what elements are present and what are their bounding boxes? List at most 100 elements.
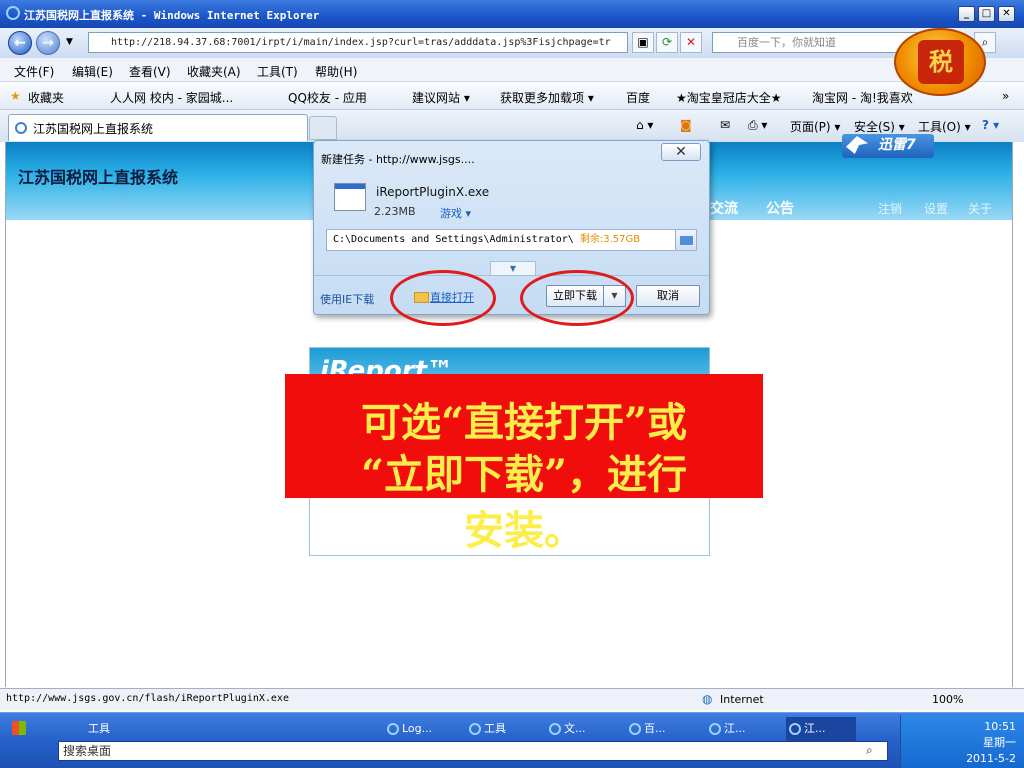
highlight-ring-direct-open xyxy=(390,270,496,326)
fav-item-qq[interactable]: QQ校友 - 应用 xyxy=(288,89,367,106)
ie-task-icon xyxy=(709,723,721,735)
menu-view[interactable]: 查看(V) xyxy=(129,63,171,80)
window-title: 江苏国税网上直报系统 - Windows Internet Explorer xyxy=(24,9,320,22)
security-zone: Internet xyxy=(720,693,764,706)
fav-item-addons[interactable]: 获取更多加载项 ▾ xyxy=(500,89,594,106)
status-bar: http://www.jsgs.gov.cn/flash/iReportPlug… xyxy=(0,688,1024,710)
category-dropdown[interactable]: 游戏 ▾ xyxy=(440,205,471,221)
taskbar-item-doc[interactable]: 文... xyxy=(546,717,616,743)
menu-edit[interactable]: 编辑(E) xyxy=(72,63,113,80)
free-space: 剩余:3.57GB xyxy=(579,234,641,245)
tools-menu[interactable]: 工具(O) ▾ xyxy=(918,118,971,135)
ie-task-icon xyxy=(387,723,399,735)
menu-file[interactable]: 文件(F) xyxy=(14,63,54,80)
taskbar: 工具 Log... 工具 文... 百... 江... 江... 搜索桌面 ⌕ … xyxy=(0,712,1024,768)
globe-icon: ◍ xyxy=(702,692,713,706)
favorites-button[interactable]: 收藏夹 xyxy=(28,89,64,106)
fav-item-taobao-crown[interactable]: ★淘宝皇冠店大全★ xyxy=(676,89,782,106)
favorites-bar: ★ 收藏夹 人人网 校内 - 家园城... QQ校友 - 应用 建议网站 ▾ 获… xyxy=(0,82,1024,110)
fav-item-renren[interactable]: 人人网 校内 - 家园城... xyxy=(110,89,233,106)
ie-task-icon xyxy=(629,723,641,735)
file-name: iReportPluginX.exe xyxy=(376,185,490,199)
ie-task-icon xyxy=(789,723,801,735)
stop-icon[interactable]: ✕ xyxy=(680,32,702,53)
doc-task-icon xyxy=(549,723,561,735)
back-button[interactable]: ← xyxy=(8,31,32,55)
thunder-badge[interactable]: 迅雷7 xyxy=(842,134,934,158)
desktop-search-icon[interactable]: ⌕ xyxy=(866,743,873,758)
dialog-title: 新建任务 - http://www.jsgs.... xyxy=(321,153,475,166)
ie-logo-icon xyxy=(6,6,20,20)
refresh-icon[interactable]: ⟳ xyxy=(656,32,678,53)
save-path-field[interactable]: C:\Documents and Settings\Administrator\… xyxy=(326,229,686,251)
help-icon[interactable]: ? ▾ xyxy=(982,118,999,132)
dialog-divider xyxy=(314,275,709,276)
rss-icon[interactable]: ◙ xyxy=(680,118,692,132)
cancel-button[interactable]: 取消 xyxy=(636,285,700,307)
nav-exchange[interactable]: 交流 xyxy=(710,198,738,218)
forward-button[interactable]: → xyxy=(36,31,60,55)
nav-notice[interactable]: 公告 xyxy=(766,198,794,218)
minimize-button[interactable]: _ xyxy=(958,6,975,22)
logout-link[interactable]: 注销 xyxy=(878,200,902,217)
ie-page-icon xyxy=(15,122,27,134)
tab-jsgs[interactable]: 江苏国税网上直报系统 xyxy=(8,114,308,141)
use-ie-download-link[interactable]: 使用IE下载 xyxy=(320,291,374,307)
zoom-level[interactable]: 100% xyxy=(932,693,963,706)
folder-task-icon xyxy=(469,723,481,735)
menu-bar: 文件(F) 编辑(E) 查看(V) 收藏夹(A) 工具(T) 帮助(H) xyxy=(0,58,1024,82)
menu-favorites[interactable]: 收藏夹(A) xyxy=(187,63,241,80)
highlight-ring-download-now xyxy=(520,270,634,326)
window-title-bar: 江苏国税网上直报系统 - Windows Internet Explorer _… xyxy=(0,0,1024,28)
address-toolbar: ← → ▼ http://218.94.37.68:7001/irpt/i/ma… xyxy=(0,28,1024,58)
history-dropdown-icon[interactable]: ▼ xyxy=(66,37,73,47)
fav-item-baidu[interactable]: 百度 xyxy=(626,89,650,106)
tab-label: 江苏国税网上直报系统 xyxy=(33,122,154,136)
url-field[interactable]: http://218.94.37.68:7001/irpt/i/main/ind… xyxy=(88,32,628,53)
file-size: 2.23MB xyxy=(374,205,416,218)
taskbar-tools-toolbar[interactable]: 工具 xyxy=(70,717,110,743)
fav-overflow-button[interactable]: » xyxy=(1002,89,1009,103)
page-menu[interactable]: 页面(P) ▾ xyxy=(790,118,840,135)
browse-folder-button[interactable] xyxy=(675,229,697,251)
menu-help[interactable]: 帮助(H) xyxy=(315,63,357,80)
taskbar-item-baidu[interactable]: 百... xyxy=(626,717,696,743)
about-link[interactable]: 关于 xyxy=(968,200,992,217)
status-url: http://www.jsgs.gov.cn/flash/iReportPlug… xyxy=(6,693,289,704)
clock[interactable]: 10:51 星期一 2011-5-2 xyxy=(966,719,1016,767)
compatibility-view-icon[interactable]: ▣ xyxy=(632,32,654,53)
system-tray: 10:51 星期一 2011-5-2 xyxy=(900,715,1024,768)
clock-date: 2011-5-2 xyxy=(966,752,1016,765)
print-icon[interactable]: ⎙ ▾ xyxy=(748,118,767,133)
tax-bureau-logo: 税 xyxy=(894,28,986,96)
save-path: C:\Documents and Settings\Administrator\ xyxy=(333,234,574,245)
desktop-search-input[interactable]: 搜索桌面 xyxy=(58,741,888,761)
instruction-callout: 可选“直接打开”或 “立即下载”，进行 安装。 xyxy=(285,374,763,554)
file-icon xyxy=(334,183,366,211)
taskbar-item-log[interactable]: Log... xyxy=(384,717,454,743)
tax-emblem-icon: 税 xyxy=(918,40,964,84)
taskbar-item-jiangsu-2[interactable]: 江... xyxy=(786,717,856,743)
download-dialog: 新建任务 - http://www.jsgs.... ✕ iReportPlug… xyxy=(313,140,710,315)
taskbar-item-tools[interactable]: 工具 xyxy=(466,717,536,743)
expand-options-button[interactable]: ▼ xyxy=(490,261,536,275)
close-window-button[interactable]: ✕ xyxy=(998,6,1015,22)
callout-line-2: “立即下载”，进行 xyxy=(360,451,687,498)
fav-item-suggested[interactable]: 建议网站 ▾ xyxy=(412,89,470,106)
mail-icon[interactable]: ✉ xyxy=(720,118,730,132)
fav-item-taobao[interactable]: 淘宝网 - 淘!我喜欢 xyxy=(812,89,913,106)
callout-line-1: 可选“直接打开”或 xyxy=(360,399,687,446)
menu-tools[interactable]: 工具(T) xyxy=(257,63,298,80)
maximize-button[interactable]: □ xyxy=(978,6,995,22)
taskbar-item-jiangsu-1[interactable]: 江... xyxy=(706,717,776,743)
new-tab-button[interactable] xyxy=(309,116,337,140)
clock-time: 10:51 xyxy=(984,720,1016,733)
star-icon: ★ xyxy=(10,89,21,103)
settings-link[interactable]: 设置 xyxy=(924,200,948,217)
start-windows-icon[interactable] xyxy=(12,721,26,735)
dialog-close-button[interactable]: ✕ xyxy=(661,143,701,161)
safety-menu[interactable]: 安全(S) ▾ xyxy=(854,118,905,135)
site-title: 江苏国税网上直报系统 xyxy=(18,168,179,187)
thunder-label: 迅雷7 xyxy=(878,137,916,153)
home-icon[interactable]: ⌂ ▾ xyxy=(636,118,653,132)
